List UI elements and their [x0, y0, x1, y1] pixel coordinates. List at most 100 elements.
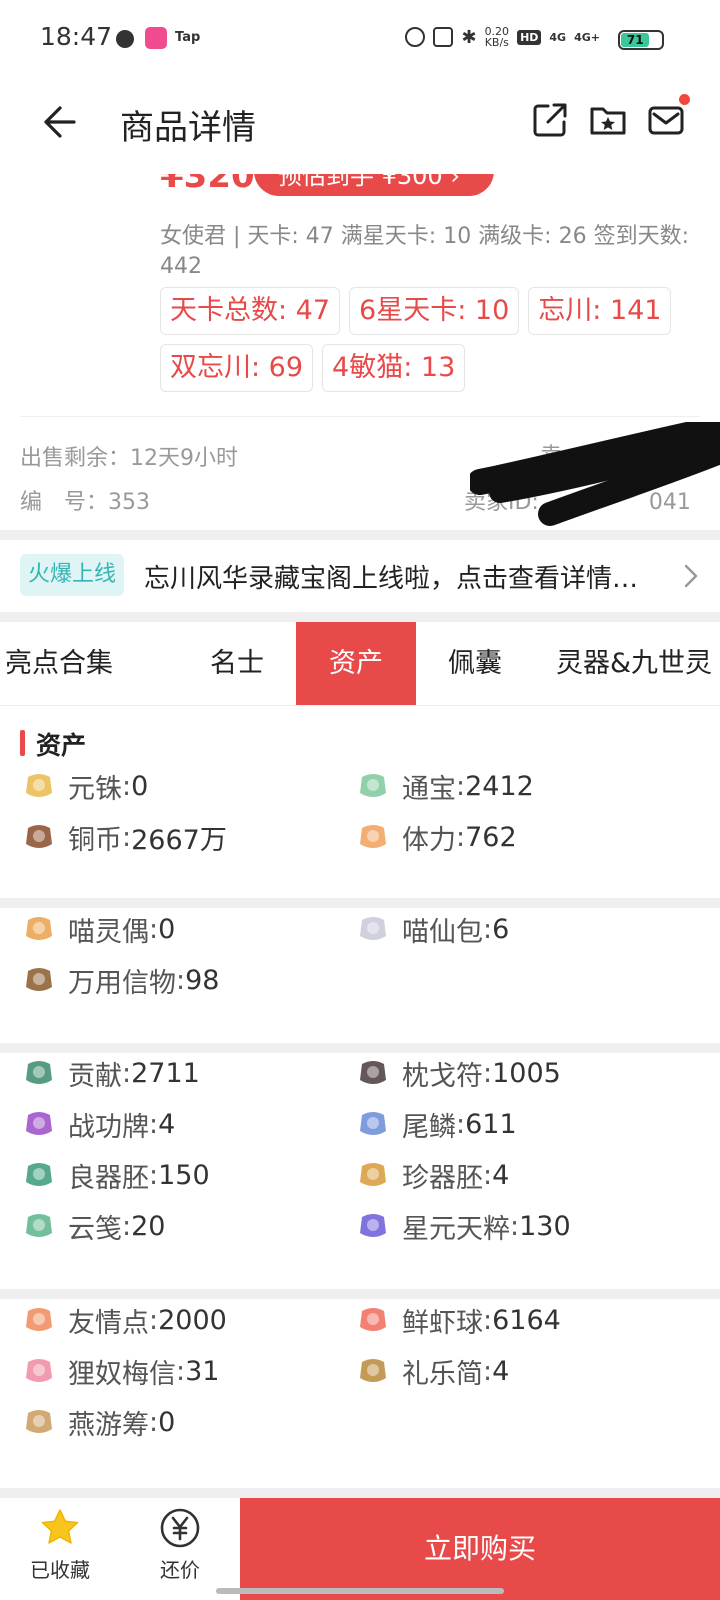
- tab-pouch[interactable]: 佩囊: [416, 622, 534, 705]
- asset-value: 98: [185, 964, 220, 996]
- asset-value: 130: [519, 1210, 571, 1242]
- asset-colon: :: [122, 821, 132, 853]
- asset-colon: :: [176, 964, 186, 996]
- asset-label: 良器胚: [68, 1162, 149, 1194]
- status-bar: 18:47 Tap ✱ 0.20 KB/s HD 4G 4G+ 71: [0, 0, 720, 80]
- asset-value: 31: [185, 1355, 220, 1387]
- buy-now-button[interactable]: 立即购买: [240, 1498, 720, 1600]
- hot-badge: 火爆上线: [20, 554, 125, 596]
- net-speed: 0.20 KB/s: [485, 26, 510, 48]
- assets-section-3: 贡献: 2711 枕戈符: 1005 战功牌: 4 尾鳞: 611 良器胚: 150 珍器…: [0, 1053, 720, 1289]
- assets-section-2: 喵灵偶: 0 喵仙包: 6 万用信物: 98: [0, 908, 720, 1043]
- page-title: 商品详情: [120, 108, 256, 148]
- star-essence-icon: [360, 1214, 386, 1237]
- cat-bun-icon: [360, 917, 386, 940]
- talisman-icon: [360, 1061, 386, 1084]
- home-indicator: [216, 1588, 504, 1594]
- promo-banner[interactable]: 火爆上线 忘川风华录藏宝阁上线啦，点击查看详情…: [0, 540, 720, 612]
- folder-star-icon[interactable]: [588, 100, 628, 140]
- asset-label: 元铢: [68, 773, 122, 805]
- plum-blossom-icon: [26, 1359, 52, 1382]
- tab-assets[interactable]: 资产: [296, 622, 416, 705]
- asset-value: 6164: [492, 1304, 561, 1336]
- scale-icon: [360, 1112, 386, 1135]
- asset-colon: :: [456, 821, 466, 853]
- asset-value: 0: [158, 1406, 176, 1438]
- share-icon[interactable]: [530, 100, 570, 140]
- favorite-label: 已收藏: [30, 1558, 90, 1582]
- asset-item: 礼乐简: 4: [356, 1351, 509, 1391]
- estimated-price-pill[interactable]: 预估到手 ¥300 ›: [254, 174, 494, 196]
- asset-item: 珍器胚: 4: [356, 1155, 509, 1195]
- asset-item: 狸奴梅信: 31: [22, 1351, 219, 1391]
- tag-list: 天卡总数: 47 6星天卡: 10 忘川: 141 双忘川: 69 4敏猫: 13: [160, 287, 700, 392]
- listing-meta: 女使君 | 天卡: 47 满星天卡: 10 满级卡: 26 签到天数: 442: [160, 224, 689, 279]
- bargain-label: 还价: [160, 1558, 200, 1582]
- green-blank-icon: [26, 1163, 52, 1186]
- bamboo-scroll-icon: [360, 1359, 386, 1382]
- asset-label: 礼乐简: [402, 1358, 483, 1390]
- app-header: 商品详情: [0, 80, 720, 174]
- chevron-right-icon: [684, 564, 698, 588]
- asset-item: 燕游筹: 0: [22, 1402, 175, 1442]
- signal-1-icon: 4G: [549, 30, 567, 44]
- asset-item: 星元天粹: 130: [356, 1206, 571, 1246]
- asset-label: 鲜虾球: [402, 1307, 483, 1339]
- asset-colon: :: [510, 1210, 520, 1242]
- redaction-scribble: [470, 422, 720, 526]
- asset-colon: :: [456, 770, 466, 802]
- bluetooth-icon: ✱: [461, 26, 477, 48]
- asset-item: 铜币: 2667万: [22, 817, 227, 857]
- asset-label: 铜币: [68, 824, 122, 856]
- asset-colon: :: [149, 1406, 159, 1438]
- banner-text: 忘川风华录藏宝阁上线啦，点击查看详情…: [144, 564, 639, 594]
- jade-token-icon: [360, 774, 386, 797]
- asset-colon: :: [483, 1159, 493, 1191]
- battery-level: 71: [621, 33, 650, 47]
- asset-item: 喵仙包: 6: [356, 909, 509, 949]
- asset-colon: :: [122, 770, 132, 802]
- asset-item: 良器胚: 150: [22, 1155, 210, 1195]
- tab-highlights[interactable]: 亮点合集: [0, 622, 118, 705]
- asset-value: 2412: [465, 770, 534, 802]
- asset-label: 友情点: [68, 1307, 149, 1339]
- alarm-icon: [405, 27, 426, 47]
- asset-label: 喵仙包: [402, 916, 483, 948]
- asset-colon: :: [176, 1355, 186, 1387]
- star-icon: [41, 1509, 79, 1544]
- asset-colon: :: [483, 1355, 493, 1387]
- asset-item: 元铢: 0: [22, 766, 148, 806]
- token-item-icon: [26, 968, 52, 991]
- asset-label: 珍器胚: [402, 1162, 483, 1194]
- status-indicators: ✱ 0.20 KB/s HD 4G 4G+: [405, 26, 600, 48]
- back-arrow-icon[interactable]: [38, 102, 78, 142]
- favorite-button[interactable]: 已收藏: [0, 1506, 120, 1583]
- asset-colon: :: [483, 913, 493, 945]
- mail-icon[interactable]: [646, 100, 686, 140]
- bargain-button[interactable]: 还价: [120, 1506, 240, 1583]
- asset-value: 2000: [158, 1304, 227, 1336]
- cloud-paper-icon: [26, 1214, 52, 1237]
- asset-colon: :: [149, 1304, 159, 1336]
- asset-value: 150: [158, 1159, 210, 1191]
- asset-label: 狸奴梅信: [68, 1358, 176, 1390]
- war-medal-icon: [26, 1112, 52, 1135]
- mute-icon: [433, 27, 454, 47]
- tab-artifacts[interactable]: 灵器&九世灵: [556, 622, 720, 705]
- tag-item: 双忘川: 69: [160, 344, 314, 392]
- asset-label: 贡献: [68, 1060, 122, 1092]
- asset-item: 尾鳞: 611: [356, 1104, 517, 1144]
- swallow-token-icon: [26, 1410, 52, 1433]
- asset-value: 0: [131, 770, 149, 802]
- notification-dot: [679, 94, 690, 105]
- tab-bar: 亮点合集 名士 资产 佩囊 灵器&九世灵: [0, 622, 720, 706]
- asset-colon: :: [483, 1057, 493, 1089]
- asset-colon: :: [483, 1304, 493, 1336]
- tab-celebrities[interactable]: 名士: [178, 622, 296, 705]
- asset-value: 20: [131, 1210, 166, 1242]
- asset-item: 云笺: 20: [22, 1206, 165, 1246]
- cat-doll-icon: [26, 917, 52, 940]
- assets-section-4: 友情点: 2000 鲜虾球: 6164 狸奴梅信: 31 礼乐简: 4 燕游筹: 0: [0, 1299, 720, 1488]
- net-speed-unit: KB/s: [484, 36, 509, 49]
- asset-value: 2667万: [131, 824, 227, 856]
